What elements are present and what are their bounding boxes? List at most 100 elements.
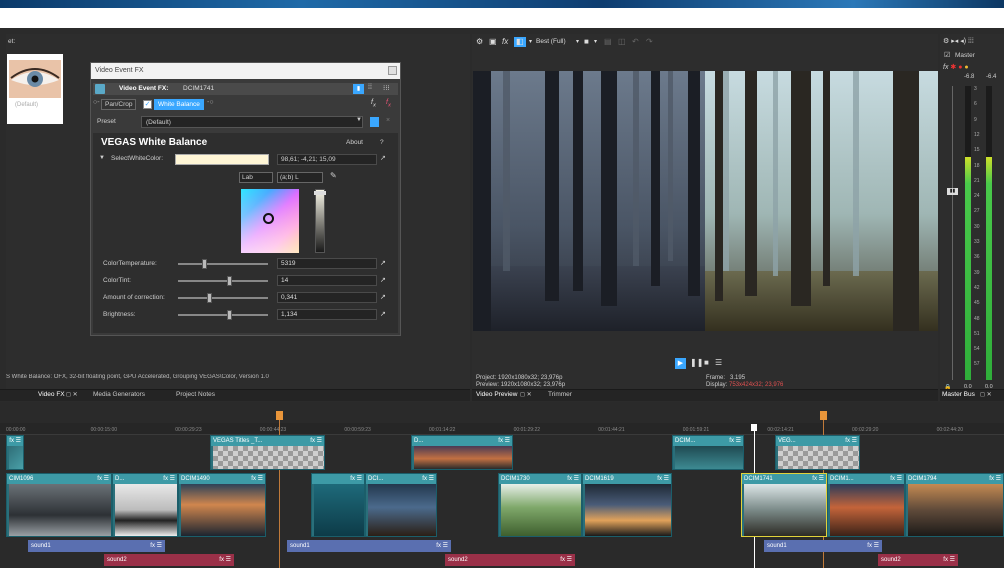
stop-icon[interactable]: ■ <box>704 358 709 367</box>
split-screen-icon[interactable]: ▮ <box>353 84 364 94</box>
clip-fx-icon[interactable]: fx ☰ <box>251 475 263 482</box>
param-value[interactable]: 14 <box>277 275 377 286</box>
lightness-slider[interactable] <box>314 189 326 253</box>
menu-icon[interactable]: ☰ <box>715 358 722 367</box>
video-clip[interactable]: D... fx ☰ <box>411 435 513 470</box>
clip-fx-icon[interactable]: fx ☰ <box>729 437 741 444</box>
video-clip[interactable]: DCIM1490 fx ☰ <box>178 473 266 537</box>
undo-icon[interactable]: ↶ <box>632 37 639 47</box>
fx-remove-icon[interactable]: fx <box>386 99 391 108</box>
keyframe-icon[interactable]: ↗ <box>380 277 387 284</box>
keyframe-icon[interactable]: ↗ <box>380 311 387 318</box>
timeline-ruler[interactable]: 00:00:00 00:00:15:00 00:00:29:23 00:00:44:2… <box>0 423 1004 435</box>
clip-fx-icon[interactable]: fx ☰ <box>989 475 1001 482</box>
marker-1-icon[interactable] <box>276 411 283 420</box>
overlay-icon[interactable]: ■ <box>584 37 589 47</box>
master-fx-icons[interactable]: fx ✱ ● ● <box>943 63 969 71</box>
audio-fx-icon[interactable]: fx ☰ <box>436 540 448 552</box>
tab-video-preview[interactable]: Video Preview <box>476 390 517 400</box>
audio-clip[interactable]: sound2 fx ☰ <box>878 554 958 566</box>
video-clip[interactable]: DCIM1619 fx ☰ <box>582 473 672 537</box>
white-color-value[interactable]: 98,61; -4,21; 15,09 <box>277 154 377 165</box>
picker-crosshair[interactable] <box>263 213 274 224</box>
video-clip[interactable]: D... fx ☰ <box>112 473 178 537</box>
help-button[interactable]: ? <box>380 139 384 146</box>
audio-fx-icon[interactable]: fx ☰ <box>867 540 879 552</box>
audio-fx-icon[interactable]: fx ☰ <box>219 554 231 566</box>
master-fader-knob[interactable]: ▮▮ <box>947 188 958 195</box>
audio-fx-icon[interactable]: fx ☰ <box>943 554 955 566</box>
color-space-select[interactable]: Lab <box>239 172 273 183</box>
keyframe-icon[interactable]: ↗ <box>380 294 387 301</box>
undock-icon[interactable]: ◻ ✕ <box>66 391 78 398</box>
fx-add-icon[interactable]: fx <box>371 99 376 108</box>
white-color-swatch[interactable] <box>175 154 269 165</box>
video-clip[interactable]: fx ☰ <box>6 435 24 470</box>
video-clip[interactable]: VEGAS Titles _T... fx ☰ <box>210 435 325 470</box>
about-button[interactable]: About <box>346 139 363 146</box>
video-clip[interactable]: fx ☰ <box>311 473 365 537</box>
video-clip[interactable]: DCIM... fx ☰ <box>672 435 744 470</box>
video-clip[interactable]: VEG... fx ☰ <box>775 435 860 470</box>
list-icon[interactable]: ⁝⁝⁝ <box>383 84 390 92</box>
clip-fx-icon[interactable]: fx ☰ <box>657 475 669 482</box>
expand-triangle-icon[interactable]: ▼ <box>99 155 105 161</box>
param-slider-knob[interactable] <box>202 259 208 269</box>
monitor-icon[interactable]: ▣ <box>489 37 497 47</box>
white-balance-checkbox[interactable]: ✓ <box>143 100 152 109</box>
master-toolbar-icons[interactable]: ⚙ ▸◂ ◂) ⁞⁞⁞ <box>943 37 974 45</box>
audio-clip[interactable]: sound1 fx ☰ <box>28 540 165 552</box>
preview-quality-select[interactable]: Best (Full) <box>536 38 566 45</box>
clip-fx-icon[interactable]: fx ☰ <box>890 475 902 482</box>
clip-fx-icon[interactable]: fx ☰ <box>9 437 21 444</box>
grid-icon[interactable]: ⁞⁞ <box>368 84 372 91</box>
chain-item-white-balance[interactable]: White Balance <box>154 99 204 110</box>
eyedropper-icon[interactable]: ✎ <box>330 171 337 180</box>
audio-fx-icon[interactable]: fx ☰ <box>150 540 162 552</box>
delete-preset-icon[interactable]: × <box>386 117 390 124</box>
settings-icon[interactable]: ⚙ <box>476 37 483 47</box>
overlay-chevron-icon[interactable]: ▾ <box>594 37 597 47</box>
split-icon[interactable]: ◧ <box>514 37 526 47</box>
clip-fx-icon[interactable]: fx ☰ <box>422 475 434 482</box>
video-clip[interactable]: DCIM1741 fx ☰ <box>741 473 827 537</box>
keyframe-icon[interactable]: ↗ <box>380 260 387 267</box>
tab-project-notes[interactable]: Project Notes <box>176 390 215 400</box>
audio-clip[interactable]: sound2 fx ☰ <box>445 554 575 566</box>
param-slider-knob[interactable] <box>207 293 213 303</box>
marker-2-icon[interactable] <box>820 411 827 420</box>
color-picker-square[interactable] <box>241 189 299 253</box>
lightness-knob[interactable] <box>314 191 326 195</box>
save-frame-icon[interactable]: ◫ <box>618 37 626 47</box>
param-value[interactable]: 5319 <box>277 258 377 269</box>
master-checkbox-icon[interactable]: ☑ <box>944 51 950 59</box>
video-clip[interactable]: CIM1096 fx ☰ <box>6 473 112 537</box>
audio-clip[interactable]: sound1 fx ☰ <box>287 540 451 552</box>
play-icon[interactable]: ▶ <box>675 358 686 369</box>
clip-fx-icon[interactable]: fx ☰ <box>97 475 109 482</box>
channel-select[interactable]: (a;b) L <box>277 172 323 183</box>
video-clip[interactable]: DCIM1730 fx ☰ <box>498 473 582 537</box>
clip-fx-icon[interactable]: fx ☰ <box>845 437 857 444</box>
fx-icon[interactable]: fx <box>502 37 508 47</box>
preset-thumbnail[interactable]: (Default) <box>7 54 63 124</box>
keyframe-icon[interactable]: ↗ <box>380 154 386 162</box>
video-clip[interactable]: DCIM1... fx ☰ <box>827 473 905 537</box>
param-slider[interactable] <box>178 293 268 303</box>
tab-trimmer[interactable]: Trimmer <box>548 390 572 400</box>
audio-fx-icon[interactable]: fx ☰ <box>560 554 572 566</box>
clip-fx-icon[interactable]: fx ☰ <box>812 475 824 482</box>
video-clip[interactable]: DCIM1794 fx ☰ <box>905 473 1004 537</box>
tab-video-fx[interactable]: Video FX <box>38 390 65 400</box>
preview-undock-icon[interactable]: ◻ ✕ <box>520 391 532 398</box>
param-slider[interactable] <box>178 310 268 320</box>
clip-fx-icon[interactable]: fx ☰ <box>350 475 362 482</box>
param-slider[interactable] <box>178 276 268 286</box>
clip-fx-icon[interactable]: fx ☰ <box>567 475 579 482</box>
clip-fx-icon[interactable]: fx ☰ <box>310 437 322 444</box>
chain-item-pan-crop[interactable]: Pan/Crop <box>101 99 137 110</box>
audio-clip[interactable]: sound1 fx ☰ <box>764 540 882 552</box>
save-preset-icon[interactable] <box>370 117 379 127</box>
pause-icon[interactable]: ❚❚ <box>690 358 703 367</box>
param-slider-knob[interactable] <box>227 276 233 286</box>
